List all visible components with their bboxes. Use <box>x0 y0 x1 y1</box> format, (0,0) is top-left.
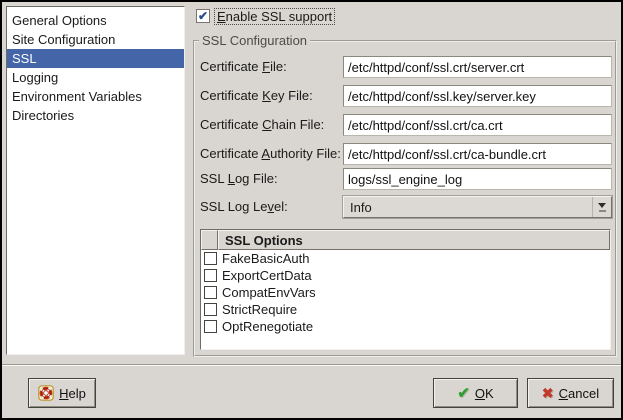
certificate-file-label: Certificate File: <box>200 56 287 78</box>
sidebar-item-directories[interactable]: Directories <box>7 106 184 125</box>
option-label: StrictRequire <box>222 302 297 317</box>
frame-title: SSL Configuration <box>199 33 310 48</box>
checkmark-icon: ✔ <box>198 10 208 22</box>
dropdown-arrow-icon <box>592 197 611 217</box>
table-row[interactable]: ✔ ExportCertData <box>201 267 610 284</box>
ssl-options-table: SSL Options ✔ FakeBasicAuth ✔ ExportCert… <box>200 229 611 350</box>
certificate-file-input[interactable] <box>343 56 612 78</box>
sidebar-item-general-options[interactable]: General Options <box>7 11 184 30</box>
checkbox-column-header[interactable] <box>201 230 218 250</box>
bottom-separator <box>2 364 621 366</box>
exportcertdata-checkbox[interactable]: ✔ <box>204 269 217 282</box>
cancel-x-icon: ✖ <box>542 386 554 400</box>
cancel-button-label: Cancel <box>559 386 599 401</box>
ssl-log-level-dropdown[interactable]: Info <box>343 196 612 218</box>
help-button-label: Help <box>59 386 86 401</box>
fakebasicauth-checkbox[interactable]: ✔ <box>204 252 217 265</box>
ssl-options-header-row: SSL Options <box>201 230 610 250</box>
ssl-config-dialog: General Options Site Configuration SSL L… <box>0 0 623 420</box>
certificate-chain-file-label: Certificate Chain File: <box>200 114 324 136</box>
sidebar-item-logging[interactable]: Logging <box>7 68 184 87</box>
ssl-log-level-label: SSL Log Level: <box>200 196 288 218</box>
certificate-authority-file-label: Certificate Authority File: <box>200 143 341 165</box>
strictrequire-checkbox[interactable]: ✔ <box>204 303 217 316</box>
sidebar-item-site-configuration[interactable]: Site Configuration <box>7 30 184 49</box>
option-label: ExportCertData <box>222 268 312 283</box>
table-row[interactable]: ✔ StrictRequire <box>201 301 610 318</box>
ssl-log-file-input[interactable] <box>343 168 612 190</box>
enable-ssl-row: ✔ Enable SSL support <box>196 7 335 25</box>
sidebar-item-ssl[interactable]: SSL <box>7 49 184 68</box>
sidebar-item-environment-variables[interactable]: Environment Variables <box>7 87 184 106</box>
option-label: OptRenegotiate <box>222 319 313 334</box>
ssl-log-file-label: SSL Log File: <box>200 168 278 190</box>
ok-button[interactable]: ✔ OK <box>433 378 518 408</box>
compatenvvars-checkbox[interactable]: ✔ <box>204 286 217 299</box>
ok-button-label: OK <box>475 386 494 401</box>
optrenegotiate-checkbox[interactable]: ✔ <box>204 320 217 333</box>
category-list: General Options Site Configuration SSL L… <box>6 6 185 355</box>
help-button[interactable]: Help <box>28 378 96 408</box>
enable-ssl-checkbox[interactable]: ✔ <box>196 9 210 23</box>
ssl-log-level-value: Info <box>344 200 592 215</box>
certificate-key-file-label: Certificate Key File: <box>200 85 313 107</box>
enable-ssl-label[interactable]: Enable SSL support <box>214 8 335 25</box>
lifebuoy-help-icon <box>38 385 54 401</box>
table-row[interactable]: ✔ OptRenegotiate <box>201 318 610 335</box>
certificate-authority-file-input[interactable] <box>343 143 612 165</box>
certificate-key-file-input[interactable] <box>343 85 612 107</box>
cancel-button[interactable]: ✖ Cancel <box>527 378 614 408</box>
certificate-chain-file-input[interactable] <box>343 114 612 136</box>
ssl-options-column-header[interactable]: SSL Options <box>218 230 610 250</box>
ok-check-icon: ✔ <box>457 386 470 401</box>
option-label: CompatEnvVars <box>222 285 316 300</box>
table-row[interactable]: ✔ CompatEnvVars <box>201 284 610 301</box>
table-row[interactable]: ✔ FakeBasicAuth <box>201 250 610 267</box>
option-label: FakeBasicAuth <box>222 251 309 266</box>
